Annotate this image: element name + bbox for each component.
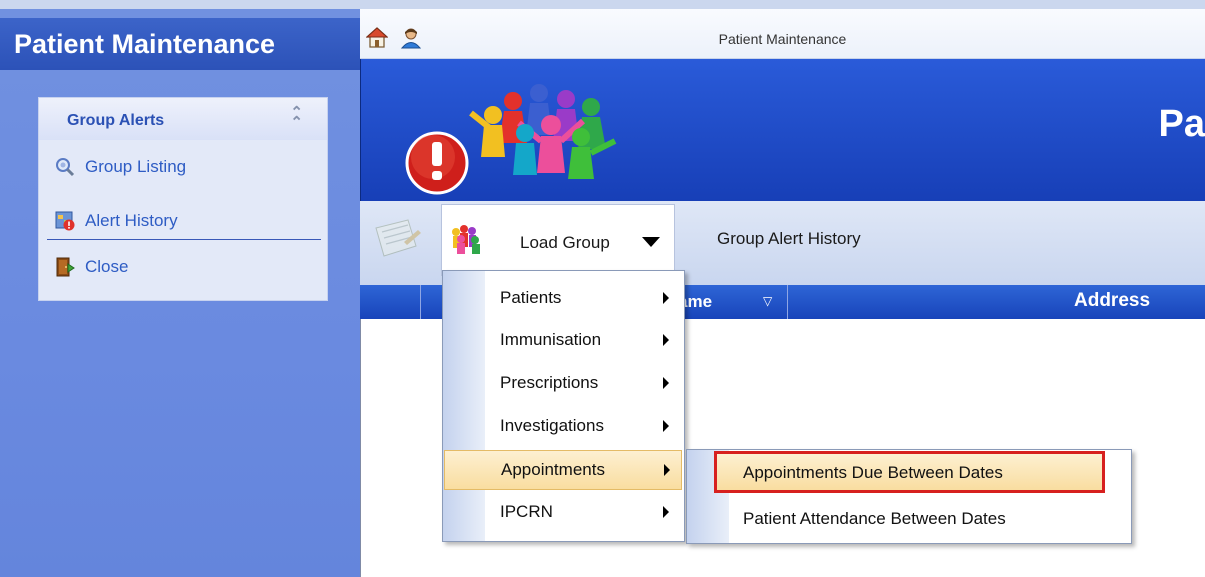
menu-item-investigations[interactable]: Investigations: [443, 407, 684, 447]
submenu-arrow-icon: [663, 334, 669, 346]
menu-item-appointments[interactable]: Appointments: [444, 450, 682, 490]
menu-item-label: Immunisation: [500, 330, 602, 349]
submenu-arrow-icon: [663, 377, 669, 389]
menu-item-appointments-due-between-dates[interactable]: Appointments Due Between Dates: [687, 454, 1131, 494]
menu-item-label: Investigations: [500, 416, 604, 435]
menu-item-patient-attendance-between-dates[interactable]: Patient Attendance Between Dates: [687, 500, 1131, 540]
column-header-address[interactable]: Address: [1074, 290, 1150, 312]
task-label: Close: [85, 257, 129, 276]
menu-item-prescriptions[interactable]: Prescriptions: [443, 364, 684, 404]
menu-item-immunisation[interactable]: Immunisation: [443, 321, 684, 361]
submenu-arrow-icon: [663, 292, 669, 304]
title-bar: Patient Maintenance: [360, 9, 1205, 59]
column-separator: [787, 285, 788, 319]
task-close[interactable]: Close: [54, 254, 128, 280]
people-group-icon: [448, 223, 484, 255]
task-label: Alert History: [85, 211, 178, 230]
appointments-submenu: Appointments Due Between Dates Patient A…: [686, 449, 1132, 544]
group-alerts-panel: Group Alerts ⌃ ⌃ Group Listing Alert His…: [38, 97, 328, 301]
task-separator: [47, 239, 321, 240]
menu-item-ipcrn[interactable]: IPCRN: [443, 493, 684, 533]
top-strip: [360, 0, 1205, 9]
sort-filter-icon[interactable]: ▽: [763, 294, 772, 308]
alert-history-icon: [54, 210, 76, 232]
task-alert-history[interactable]: Alert History: [54, 208, 178, 234]
magnifier-icon: [54, 156, 76, 178]
menu-item-label: Patient Attendance Between Dates: [743, 509, 1006, 528]
banner: Pa: [360, 59, 1205, 201]
group-alert-logo-icon: [401, 63, 641, 199]
task-group-listing[interactable]: Group Listing: [54, 154, 186, 180]
group-alert-history-button[interactable]: Group Alert History: [717, 229, 861, 249]
menu-item-label: Appointments Due Between Dates: [743, 463, 1003, 482]
submenu-arrow-icon: [664, 464, 670, 476]
column-separator: [420, 285, 421, 319]
load-group-menu: Patients Immunisation Prescriptions Inve…: [442, 270, 685, 542]
task-label: Group Listing: [85, 157, 187, 176]
banner-title: Pa: [1158, 103, 1205, 145]
menu-item-patients[interactable]: Patients: [443, 279, 684, 319]
menu-item-label: IPCRN: [500, 502, 553, 521]
load-group-label: Load Group: [520, 233, 610, 252]
group-alerts-title: Group Alerts: [67, 112, 165, 129]
load-group-button[interactable]: Load Group: [441, 204, 675, 276]
menu-item-label: Patients: [500, 288, 562, 307]
menu-item-label: Prescriptions: [500, 373, 599, 392]
sidebar-title: Patient Maintenance: [0, 18, 360, 70]
sidebar: Patient Maintenance Group Alerts ⌃ ⌃ Grou…: [0, 0, 360, 577]
submenu-arrow-icon: [663, 420, 669, 432]
dropdown-arrow-icon[interactable]: [642, 237, 660, 247]
notepad-icon[interactable]: [370, 216, 422, 260]
collapse-chevron-icon[interactable]: ⌃ ⌃: [290, 105, 303, 130]
menu-item-label: Appointments: [501, 460, 605, 479]
submenu-arrow-icon: [663, 506, 669, 518]
window-title: Patient Maintenance: [718, 31, 847, 47]
door-exit-icon: [54, 256, 76, 278]
group-alerts-header[interactable]: Group Alerts ⌃ ⌃: [39, 98, 327, 140]
